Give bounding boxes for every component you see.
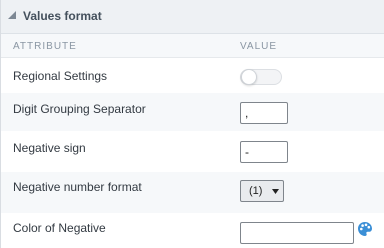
negative-number-format-label: Negative number format (13, 180, 142, 194)
collapse-triangle-icon[interactable] (8, 11, 16, 19)
digit-grouping-separator-input[interactable] (240, 102, 288, 124)
color-palette-icon[interactable] (357, 221, 373, 237)
negative-number-format-selected: (1) (249, 185, 263, 197)
negative-number-format-select[interactable]: (1) (240, 180, 284, 202)
color-of-negative-label: Color of Negative (13, 221, 106, 235)
panel-header[interactable]: Values format (1, 0, 384, 34)
attribute-column-header: ATTRIBUTE (13, 41, 77, 52)
row-regional-settings: Regional Settings (1, 58, 384, 93)
negative-sign-input[interactable] (240, 141, 288, 163)
regional-settings-toggle[interactable] (240, 69, 282, 85)
row-negative-number-format: Negative number format (1) (1, 172, 384, 213)
digit-grouping-separator-label: Digit Grouping Separator (13, 102, 146, 116)
color-of-negative-input[interactable] (240, 222, 354, 244)
panel-title: Values format (23, 9, 102, 23)
values-format-panel: Values format ATTRIBUTE VALUE Regional S… (0, 0, 384, 248)
row-digit-grouping-separator: Digit Grouping Separator (1, 93, 384, 131)
row-color-of-negative: Color of Negative (1, 213, 384, 248)
column-header-row: ATTRIBUTE VALUE (1, 34, 384, 58)
regional-settings-label: Regional Settings (13, 69, 108, 83)
toggle-knob[interactable] (241, 69, 257, 85)
row-negative-sign: Negative sign (1, 131, 384, 172)
value-column-header: VALUE (240, 41, 278, 52)
negative-sign-label: Negative sign (13, 141, 86, 155)
dropdown-arrow-icon (272, 189, 279, 194)
